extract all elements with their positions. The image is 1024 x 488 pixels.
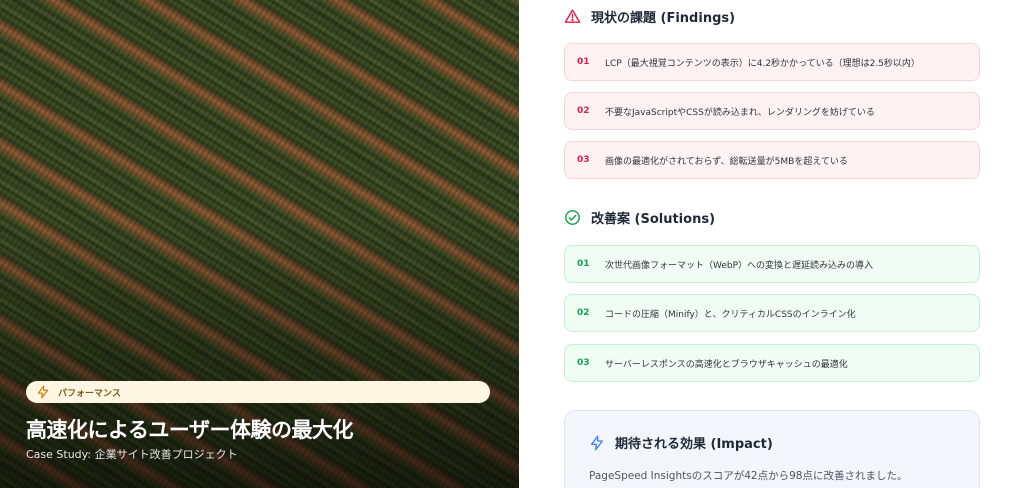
lightning-icon	[36, 385, 50, 399]
finding-item: 01 LCP（最大視覚コンテンツの表示）に4.2秒かかっている（理想は2.5秒以…	[564, 43, 980, 81]
solution-number: 01	[577, 259, 590, 269]
hero-title: 高速化によるユーザー体験の最大化	[26, 418, 353, 442]
hero-subtitle: Case Study: 企業サイト改善プロジェクト	[26, 448, 238, 461]
check-circle-icon	[564, 209, 581, 226]
finding-text: 不要なJavaScriptやCSSが読み込まれ、レンダリングを妨げている	[605, 107, 875, 118]
finding-number: 03	[577, 155, 590, 165]
finding-text: 画像の最適化がされておらず、総転送量が5MBを超えている	[605, 156, 848, 167]
solution-number: 03	[577, 358, 590, 368]
solutions-header: 改善案 (Solutions)	[564, 208, 715, 227]
solution-item: 02 コードの圧縮（Minify）と、クリティカルCSSのインライン化	[564, 294, 980, 332]
hero-image-panel: パフォーマンス 高速化によるユーザー体験の最大化 Case Study: 企業サ…	[0, 0, 519, 488]
warning-triangle-icon	[564, 8, 581, 25]
findings-header: 現状の課題 (Findings)	[564, 7, 735, 26]
badge-label: パフォーマンス	[58, 388, 121, 399]
solution-number: 02	[577, 308, 590, 318]
findings-title: 現状の課題 (Findings)	[591, 11, 736, 26]
finding-number: 02	[577, 106, 590, 116]
solution-item: 01 次世代画像フォーマット（WebP）への変換と遅延読み込みの導入	[564, 245, 980, 283]
solution-text: 次世代画像フォーマット（WebP）への変換と遅延読み込みの導入	[605, 260, 874, 271]
finding-number: 01	[577, 57, 590, 67]
impact-title: 期待される効果 (Impact)	[615, 437, 773, 452]
impact-description: PageSpeed Insightsのスコアが42点から98点に改善されました。	[589, 470, 908, 482]
impact-header: 期待される効果 (Impact)	[589, 433, 773, 452]
solution-text: サーバーレスポンスの高速化とブラウザキャッシュの最適化	[605, 359, 848, 370]
finding-item: 03 画像の最適化がされておらず、総転送量が5MBを超えている	[564, 141, 980, 179]
solution-text: コードの圧縮（Minify）と、クリティカルCSSのインライン化	[605, 309, 856, 320]
category-badge: パフォーマンス	[26, 381, 490, 403]
finding-text: LCP（最大視覚コンテンツの表示）に4.2秒かかっている（理想は2.5秒以内）	[605, 58, 920, 69]
finding-item: 02 不要なJavaScriptやCSSが読み込まれ、レンダリングを妨げている	[564, 92, 980, 130]
solution-item: 03 サーバーレスポンスの高速化とブラウザキャッシュの最適化	[564, 344, 980, 382]
solutions-title: 改善案 (Solutions)	[591, 212, 716, 227]
lightning-icon	[589, 435, 605, 451]
impact-card: 期待される効果 (Impact) PageSpeed Insightsのスコアが…	[564, 410, 980, 488]
